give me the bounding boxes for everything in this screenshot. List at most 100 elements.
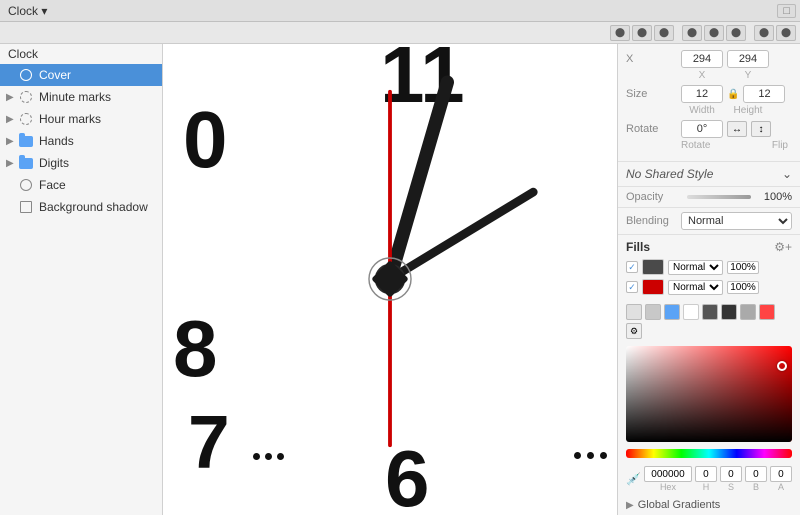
position-label: X bbox=[626, 53, 681, 65]
shared-style-row[interactable]: No Shared Style ⌄ bbox=[618, 162, 800, 187]
global-gradients[interactable]: ▶ Global Gradients bbox=[618, 495, 800, 515]
color-swatches-row: ⚙ bbox=[618, 301, 800, 342]
layer-item-digits[interactable]: ▶ Digits bbox=[0, 152, 162, 174]
swatch-dark[interactable] bbox=[702, 304, 718, 320]
lock-icon: 🔒 bbox=[727, 89, 739, 100]
align-v-center-btn[interactable]: ⬤ bbox=[704, 25, 724, 41]
size-label: Size bbox=[626, 88, 681, 100]
fill-checkbox-2[interactable] bbox=[626, 281, 638, 293]
hue-bar[interactable] bbox=[626, 449, 792, 458]
swatch-white[interactable] bbox=[683, 304, 699, 320]
opacity-slider[interactable] bbox=[687, 195, 751, 199]
layer-label-hands: Hands bbox=[39, 134, 74, 148]
layer-item-hour-marks[interactable]: ▶ Hour marks bbox=[0, 108, 162, 130]
fill-opacity-2[interactable] bbox=[727, 281, 759, 294]
layer-item-hands[interactable]: ▶ Hands bbox=[0, 130, 162, 152]
h-label: H bbox=[703, 482, 710, 492]
layer-item-cover[interactable]: Cover bbox=[0, 64, 162, 86]
align-h-center-btn[interactable]: ⬤ bbox=[632, 25, 652, 41]
hex-input[interactable] bbox=[644, 466, 692, 482]
expand-arrow: ▶ bbox=[6, 114, 16, 125]
opacity-label: Opacity bbox=[626, 191, 681, 203]
layer-item-face[interactable]: Face bbox=[0, 174, 162, 196]
swatch-darker[interactable] bbox=[721, 304, 737, 320]
b-input[interactable] bbox=[745, 466, 767, 482]
fill-opacity-1[interactable] bbox=[727, 261, 759, 274]
a-input[interactable] bbox=[770, 466, 792, 482]
h-input[interactable] bbox=[695, 466, 717, 482]
dotted-circle-icon bbox=[18, 89, 34, 105]
swatch-settings[interactable]: ⚙ bbox=[626, 323, 642, 339]
shared-style-text: No Shared Style bbox=[626, 167, 782, 181]
layer-item-minute-marks[interactable]: ▶ Minute marks bbox=[0, 86, 162, 108]
expand-arrow: ▶ bbox=[6, 136, 16, 147]
position-y-input[interactable] bbox=[727, 50, 769, 68]
distribute-v-btn[interactable]: ⬤ bbox=[776, 25, 796, 41]
position-x-input[interactable] bbox=[681, 50, 723, 68]
size-height-input[interactable] bbox=[743, 85, 785, 103]
layer-label-minute-marks: Minute marks bbox=[39, 90, 111, 104]
size-width-input[interactable] bbox=[681, 85, 723, 103]
canvas-area: 11 0 8 7 6 bbox=[163, 44, 617, 515]
layer-label-bg-shadow: Background shadow bbox=[39, 200, 148, 214]
swatch-red[interactable] bbox=[759, 304, 775, 320]
circle-icon bbox=[18, 67, 34, 83]
rotate-sub-label: Rotate bbox=[681, 140, 710, 151]
eyedropper-icon[interactable]: 💉 bbox=[626, 472, 641, 486]
align-bottom-btn[interactable]: ⬤ bbox=[726, 25, 746, 41]
window-button[interactable]: □ bbox=[777, 4, 796, 18]
distribute-h-btn[interactable]: ⬤ bbox=[754, 25, 774, 41]
x-sub-label: X bbox=[681, 70, 723, 81]
layer-label-hour-marks: Hour marks bbox=[39, 112, 101, 126]
fill-color-swatch-2[interactable] bbox=[642, 279, 664, 295]
layer-item-bg-shadow[interactable]: Background shadow bbox=[0, 196, 162, 218]
clock-group-label: Clock bbox=[0, 44, 162, 64]
clock-hands-svg bbox=[163, 44, 617, 515]
fill-item-2[interactable]: Normal bbox=[618, 277, 800, 297]
layer-label-face: Face bbox=[39, 178, 66, 192]
fill-color-swatch-1[interactable] bbox=[642, 259, 664, 275]
global-gradients-arrow: ▶ bbox=[626, 500, 634, 511]
folder-icon-hands bbox=[18, 133, 34, 149]
fill-mode-select-1[interactable]: Normal bbox=[668, 260, 723, 275]
align-right-btn[interactable]: ⬤ bbox=[654, 25, 674, 41]
flip-h-btn[interactable]: ↔ bbox=[727, 121, 747, 137]
layer-label-cover: Cover bbox=[39, 68, 71, 82]
color-cursor bbox=[777, 361, 787, 371]
fills-settings-icon[interactable]: ⚙ bbox=[774, 240, 785, 254]
fill-mode-select-2[interactable]: Normal bbox=[668, 280, 723, 295]
s-label: S bbox=[728, 482, 734, 492]
folder-icon-digits bbox=[18, 155, 34, 171]
expand-arrow: ▶ bbox=[6, 92, 16, 103]
circle-icon-face bbox=[18, 177, 34, 193]
y-sub-label: Y bbox=[727, 70, 769, 81]
transform-label: Rotate bbox=[626, 123, 681, 135]
swatch-gray3[interactable] bbox=[740, 304, 756, 320]
fill-checkbox-1[interactable] bbox=[626, 261, 638, 273]
swatch-gray2[interactable] bbox=[645, 304, 661, 320]
expand-arrow: ▶ bbox=[6, 158, 16, 169]
s-input[interactable] bbox=[720, 466, 742, 482]
align-top-btn[interactable]: ⬤ bbox=[682, 25, 702, 41]
hex-label: Hex bbox=[660, 482, 676, 492]
shared-style-dropdown-icon[interactable]: ⌄ bbox=[782, 167, 792, 181]
swatch-blue[interactable] bbox=[664, 304, 680, 320]
fill-item-1[interactable]: Normal bbox=[618, 257, 800, 277]
fills-add-icon[interactable]: + bbox=[785, 240, 792, 254]
w-sub-label: Width bbox=[681, 105, 723, 116]
color-gradient-area[interactable] bbox=[626, 346, 792, 442]
app-title: Clock ▾ bbox=[8, 4, 47, 18]
hex-row: 💉 Hex H S B A bbox=[618, 463, 800, 495]
swatch-gray1[interactable] bbox=[626, 304, 642, 320]
flip-v-btn[interactable]: ↕ bbox=[751, 121, 771, 137]
h-sub-label: Height bbox=[727, 105, 769, 116]
global-gradients-text: Global Gradients bbox=[638, 499, 721, 511]
blending-label: Blending bbox=[626, 215, 681, 227]
align-left-btn[interactable]: ⬤ bbox=[610, 25, 630, 41]
opacity-value: 100% bbox=[757, 191, 792, 203]
dotted-circle-icon2 bbox=[18, 111, 34, 127]
blending-select[interactable]: Normal Multiply Screen bbox=[681, 212, 792, 230]
rotate-input[interactable] bbox=[681, 120, 723, 138]
fills-title: Fills bbox=[626, 240, 774, 254]
layer-label-digits: Digits bbox=[39, 156, 69, 170]
